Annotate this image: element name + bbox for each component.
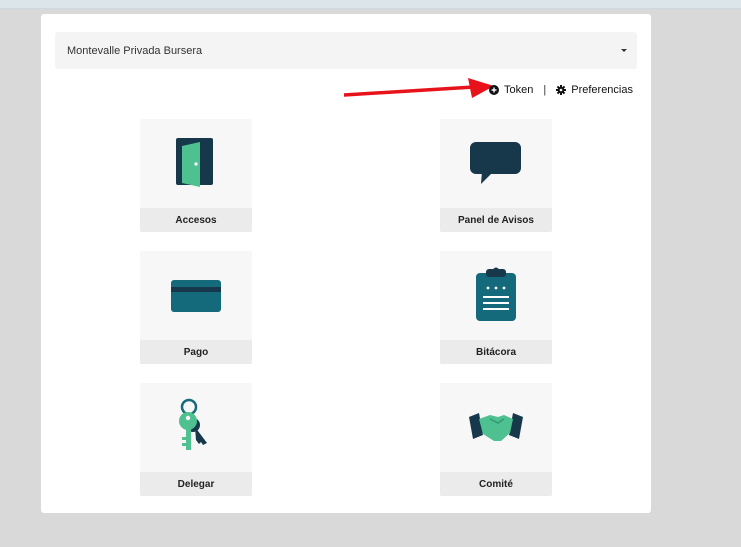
preferences-link[interactable]: Preferencias: [571, 84, 633, 96]
caret-down-icon: [621, 49, 627, 52]
header-links: Token | Preferencias: [489, 83, 633, 97]
credit-card-icon: [171, 280, 221, 312]
door-icon: [176, 138, 213, 187]
red-arrow-annotation: [344, 78, 494, 98]
keys-icon: [179, 398, 207, 450]
main-card: Montevalle Privada Bursera Token | Prefe…: [41, 14, 651, 513]
links-separator: |: [543, 84, 547, 96]
gear-icon: [556, 85, 567, 95]
tile-label: Panel de Avisos: [440, 208, 552, 232]
token-link[interactable]: Token: [504, 84, 533, 96]
tile-pago[interactable]: Pago: [140, 251, 252, 364]
tile-accesos[interactable]: Accesos: [140, 119, 252, 232]
tile-comite[interactable]: Comité: [440, 383, 552, 496]
speech-bubble-icon: [470, 142, 521, 184]
tile-label: Accesos: [140, 208, 252, 232]
community-select[interactable]: Montevalle Privada Bursera: [55, 32, 637, 69]
clipboard-icon: [476, 267, 516, 321]
tile-label: Pago: [140, 340, 252, 364]
community-select-value: Montevalle Privada Bursera: [67, 44, 203, 57]
tile-label: Delegar: [140, 472, 252, 496]
plus-circle-icon: [489, 85, 500, 95]
browser-top-bar: [0, 0, 741, 9]
tile-delegar[interactable]: Delegar: [140, 383, 252, 496]
handshake-icon: [469, 413, 523, 441]
tile-label: Bitácora: [440, 340, 552, 364]
tile-bitacora[interactable]: Bitácora: [440, 251, 552, 364]
tile-label: Comité: [440, 472, 552, 496]
tile-panel-de-avisos[interactable]: Panel de Avisos: [440, 119, 552, 232]
